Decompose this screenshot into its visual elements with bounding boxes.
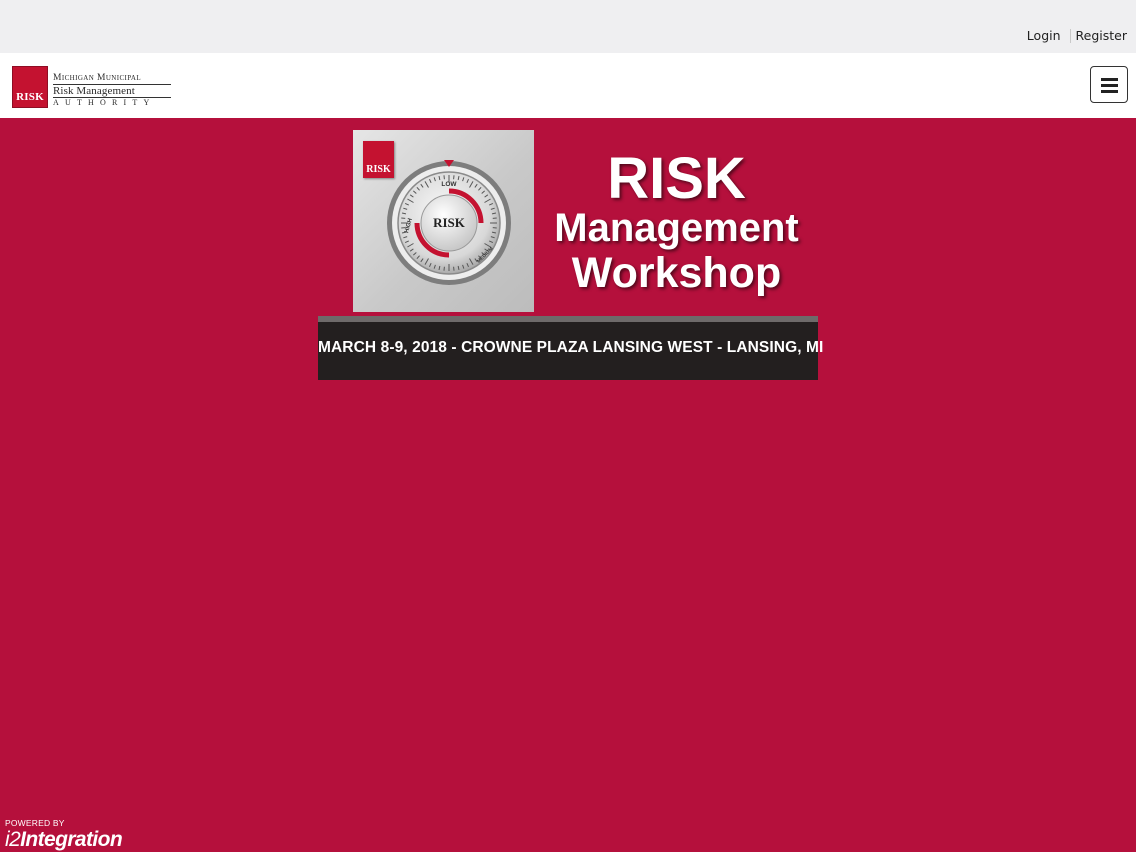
dial-label-low: LOW (441, 181, 457, 188)
brand-name: Integration (20, 828, 123, 851)
logo-badge: RISK (12, 66, 48, 108)
workshop-banner: RISK LOW HIGH MEDIUM RISK RISK Managemen… (318, 130, 824, 380)
dial-center-text: RISK (433, 215, 466, 230)
logo-badge-text: RISK (16, 91, 44, 103)
event-date-band: MARCH 8-9, 2018 - CROWNE PLAZA LANSING W… (318, 316, 824, 380)
powered-by-label: POWERED BY (5, 818, 65, 828)
link-divider (1069, 28, 1071, 43)
site-header: RISK Michigan Municipal Risk Management … (0, 53, 1136, 118)
title-line-2: Management (554, 206, 799, 250)
powered-by-footer[interactable]: POWERED BY i2Integration (5, 818, 123, 852)
account-links: Login Register (1027, 28, 1127, 43)
logo-line-2: Risk Management (53, 84, 171, 98)
title-line-1: RISK (607, 146, 746, 211)
logo-line-3: AUTHORITY (53, 98, 156, 107)
login-link[interactable]: Login (1027, 28, 1061, 43)
event-date-location: MARCH 8-9, 2018 - CROWNE PLAZA LANSING W… (318, 339, 824, 356)
hamburger-menu-button[interactable] (1090, 66, 1128, 103)
workshop-title: RISK Management Workshop (544, 146, 809, 297)
top-bar: Login Register (0, 0, 1136, 53)
safe-dial-icon: LOW HIGH MEDIUM RISK (387, 160, 511, 285)
hamburger-menu-icon (1101, 78, 1118, 81)
register-link[interactable]: Register (1076, 28, 1127, 43)
logo-wordmark: Michigan Municipal Risk Management AUTHO… (53, 73, 171, 108)
i2integration-logo: i2Integration (5, 828, 123, 852)
logo-line-1: Michigan Municipal (53, 73, 142, 83)
mmrma-logo[interactable]: RISK Michigan Municipal Risk Management … (12, 66, 172, 110)
risk-dial-image: RISK LOW HIGH MEDIUM RISK (353, 130, 534, 312)
hamburger-menu-icon (1101, 90, 1118, 93)
title-line-3: Workshop (571, 249, 782, 297)
hamburger-menu-icon (1101, 84, 1118, 87)
brand-prefix: i2 (5, 828, 21, 851)
